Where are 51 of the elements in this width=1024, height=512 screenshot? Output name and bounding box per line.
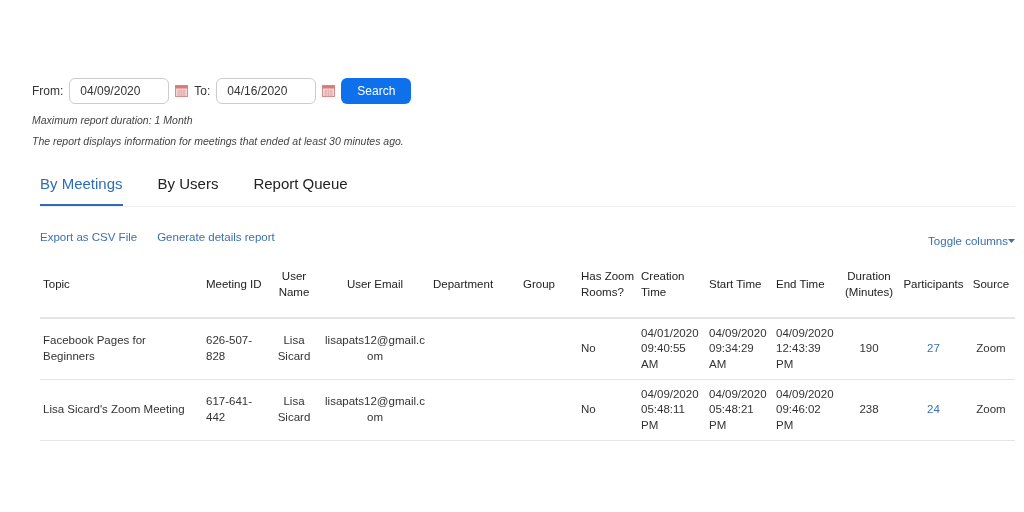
table-cell: 626-507-828 (203, 318, 268, 380)
search-button[interactable]: Search (341, 78, 412, 104)
column-header: Department (430, 253, 520, 318)
column-header: Has Zoom Rooms? (578, 253, 638, 318)
participants-link[interactable]: 27 (927, 342, 940, 355)
to-label: To: (194, 84, 211, 98)
table-cell: 04/09/2020 09:34:29 AM (706, 318, 773, 380)
table-cell: 04/09/2020 09:46:02 PM (773, 379, 838, 441)
table-cell: 04/09/2020 05:48:11 PM (638, 379, 706, 441)
table-cell: Zoom (967, 318, 1015, 380)
table-cell: Lisa Sicard (268, 318, 320, 380)
from-label: From: (32, 84, 64, 98)
column-header: Topic (40, 253, 203, 318)
column-header: Creation Time (638, 253, 706, 318)
column-header: Source (967, 253, 1015, 318)
tab[interactable]: By Meetings (40, 171, 123, 206)
column-header: Start Time (706, 253, 773, 318)
table-cell: 190 (838, 318, 900, 380)
table-cell: Lisa Sicard's Zoom Meeting (40, 379, 203, 441)
tab[interactable]: Report Queue (253, 171, 348, 206)
table-cell: No (578, 379, 638, 441)
table-cell: 04/09/2020 05:48:21 PM (706, 379, 773, 441)
table-cell: 617-641-442 (203, 379, 268, 441)
table-cell: 04/01/2020 09:40:55 AM (638, 318, 706, 380)
table-cell: 238 (838, 379, 900, 441)
action-link[interactable]: Export as CSV File (40, 231, 138, 243)
participants-link[interactable]: 24 (927, 403, 940, 416)
column-header: End Time (773, 253, 838, 318)
calendar-icon[interactable] (322, 85, 336, 97)
column-header: Participants (900, 253, 967, 318)
column-header: User Email (320, 253, 430, 318)
action-link[interactable]: Generate details report (157, 231, 275, 243)
table-cell: lisapats12@gmail.com (320, 318, 430, 380)
table-cell: Lisa Sicard (268, 379, 320, 441)
from-date-field[interactable]: 04/09/2020 (69, 78, 170, 104)
toggle-columns-link[interactable]: Toggle columns (928, 235, 1015, 247)
tab[interactable]: By Users (157, 171, 219, 206)
column-header: Duration (Minutes) (838, 253, 900, 318)
table-cell: 04/09/2020 12:43:39 PM (773, 318, 838, 380)
column-header: User Name (268, 253, 320, 318)
to-date-field[interactable]: 04/16/2020 (216, 78, 317, 104)
table-cell: No (578, 318, 638, 380)
table-cell: Zoom (967, 379, 1015, 441)
calendar-icon[interactable] (175, 85, 189, 97)
column-header: Group (520, 253, 578, 318)
table-cell: Facebook Pages for Beginners (40, 318, 203, 380)
caret-icon (1008, 239, 1015, 243)
column-header: Meeting ID (203, 253, 268, 318)
table-cell: lisapats12@gmail.com (320, 379, 430, 441)
info-note: The report displays information for meetings that ended at least 30 minutes ago. (32, 135, 405, 147)
info-note: Maximum report duration: 1 Month (32, 114, 194, 126)
